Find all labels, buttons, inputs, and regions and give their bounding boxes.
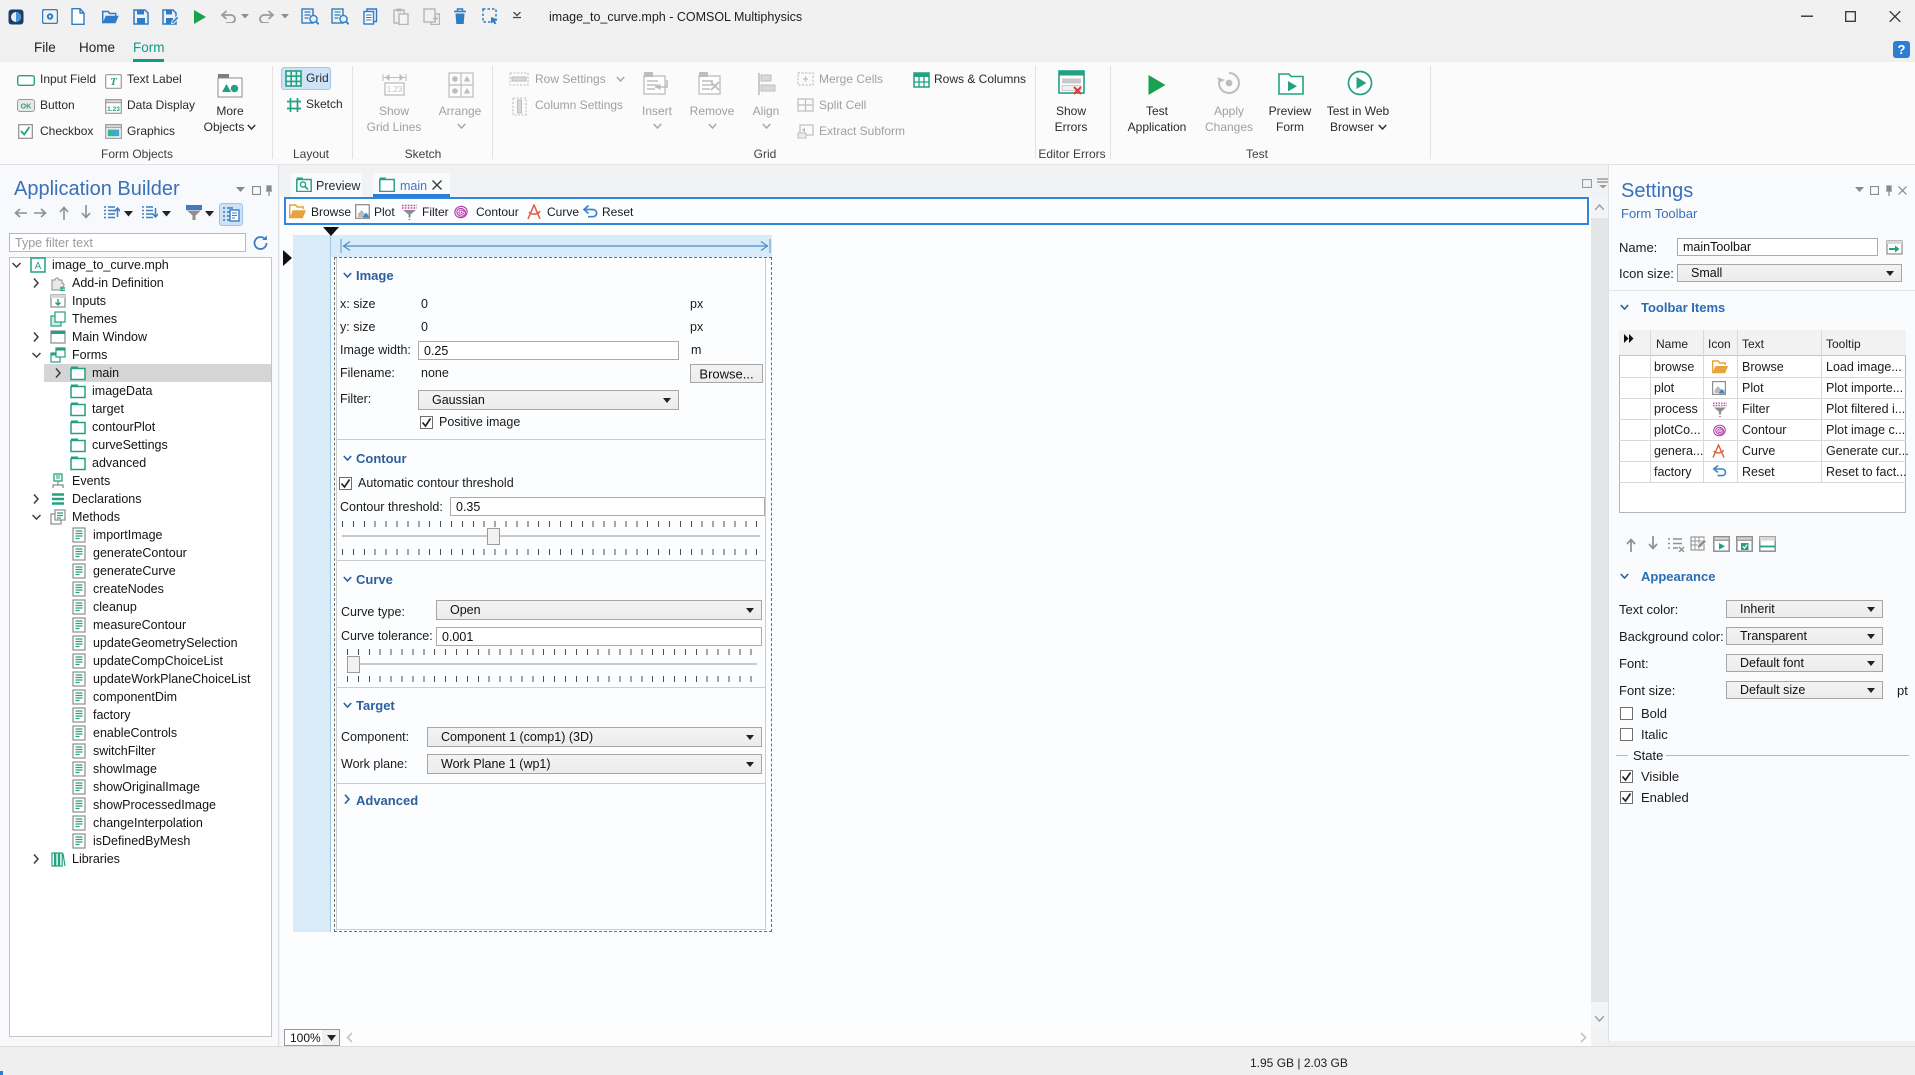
svg-text:OK: OK — [21, 104, 32, 111]
svg-text:1.23: 1.23 — [107, 106, 120, 113]
svg-text:A: A — [35, 261, 42, 272]
svg-text:1.23: 1.23 — [387, 85, 403, 94]
